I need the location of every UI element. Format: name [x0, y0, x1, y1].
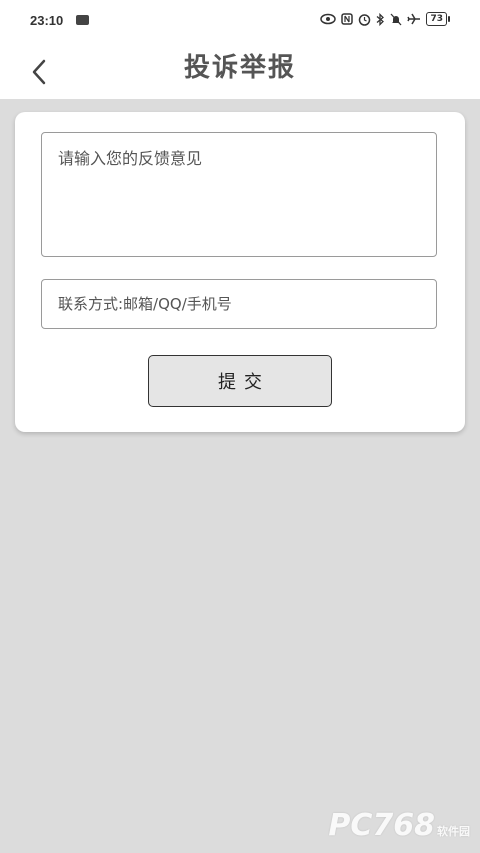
battery-level: 73 [426, 12, 447, 26]
watermark-text: PC768 [328, 808, 435, 843]
watermark-logo: PC768 软件园 [328, 808, 470, 843]
battery-icon: 73 [426, 12, 450, 26]
feedback-input[interactable] [41, 132, 437, 257]
contact-input[interactable] [41, 279, 437, 329]
feedback-card: 提交 [15, 112, 465, 432]
watermark-small: 软件园 [437, 825, 470, 838]
status-icons: 73 [320, 12, 450, 26]
status-bar: 23:10 73 [0, 0, 480, 44]
airplane-icon [407, 13, 421, 25]
bluetooth-icon [377, 12, 385, 26]
alarm-icon [359, 13, 371, 26]
submit-button[interactable]: 提交 [148, 355, 332, 407]
mute-icon [390, 13, 402, 25]
nfc-icon [341, 13, 354, 25]
app-bar: 投诉举报 [0, 44, 480, 99]
page-title: 投诉举报 [183, 53, 296, 83]
status-time: 23:10 [30, 13, 64, 28]
eye-icon [320, 13, 337, 25]
notification-icon [76, 15, 89, 25]
